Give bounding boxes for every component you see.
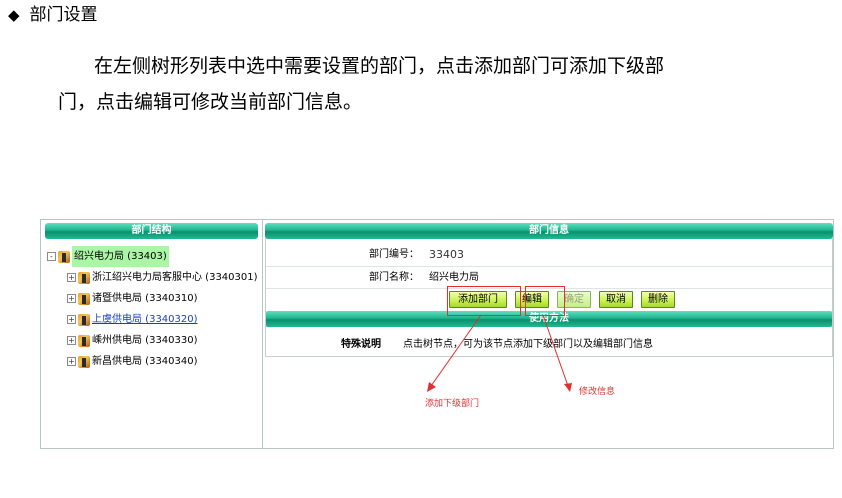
arrow-line-edit (542, 314, 569, 387)
annotation-modify: 修改信息 (579, 387, 616, 397)
app-screenshot: 部门结构 - 绍兴电力局 (33403) + 浙江绍兴电力局客服中心 (3340… (40, 219, 834, 449)
arrow-head-edit (564, 383, 572, 392)
document-heading: ◆ 部门设置 (8, 3, 98, 27)
paragraph-line-1: 在左侧树形列表中选中需要设置的部门，点击添加部门可添加下级部 (94, 55, 665, 77)
annotation-add-sub: 添加下级部门 (425, 399, 480, 409)
arrow-line-add (430, 314, 482, 387)
annotation-arrows (427, 314, 572, 392)
paragraph-line-2: 门，点击编辑可修改当前部门信息。 (58, 91, 363, 113)
heading-text: 部门设置 (29, 5, 98, 25)
diamond-bullet-icon: ◆ (8, 6, 20, 24)
arrow-head-add (427, 382, 436, 392)
